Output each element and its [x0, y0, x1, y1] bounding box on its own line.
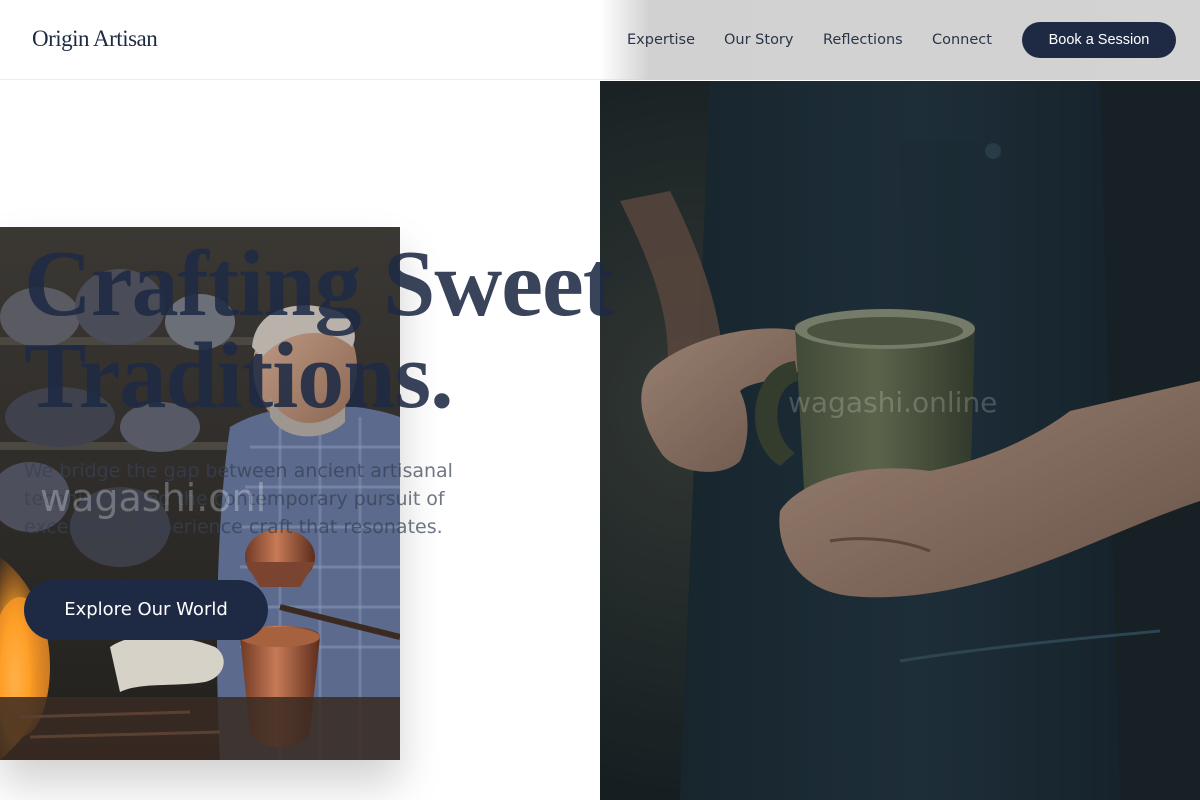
watermark-left: wagashi.onl — [40, 476, 267, 520]
nav-link-connect[interactable]: Connect — [932, 0, 992, 80]
site-header: Origin Artisan Expertise Our Story Refle… — [0, 0, 1200, 80]
explore-our-world-button[interactable]: Explore Our World — [24, 580, 268, 640]
site-logo[interactable]: Origin Artisan — [32, 26, 158, 52]
hero-title: Crafting Sweet Traditions. — [24, 232, 644, 428]
watermark-right: wagashi.online — [788, 386, 998, 419]
hero-title-line-2: Traditions. — [24, 324, 454, 428]
hero-title-line-1: Crafting Sweet — [24, 232, 614, 336]
hero-photo-hands-mug — [600, 81, 1200, 800]
nav-link-expertise[interactable]: Expertise — [627, 0, 695, 80]
nav-link-reflections[interactable]: Reflections — [823, 0, 903, 80]
nav-link-our-story[interactable]: Our Story — [724, 0, 793, 80]
book-session-button[interactable]: Book a Session — [1022, 22, 1176, 58]
mug-photo-illustration — [600, 81, 1200, 800]
